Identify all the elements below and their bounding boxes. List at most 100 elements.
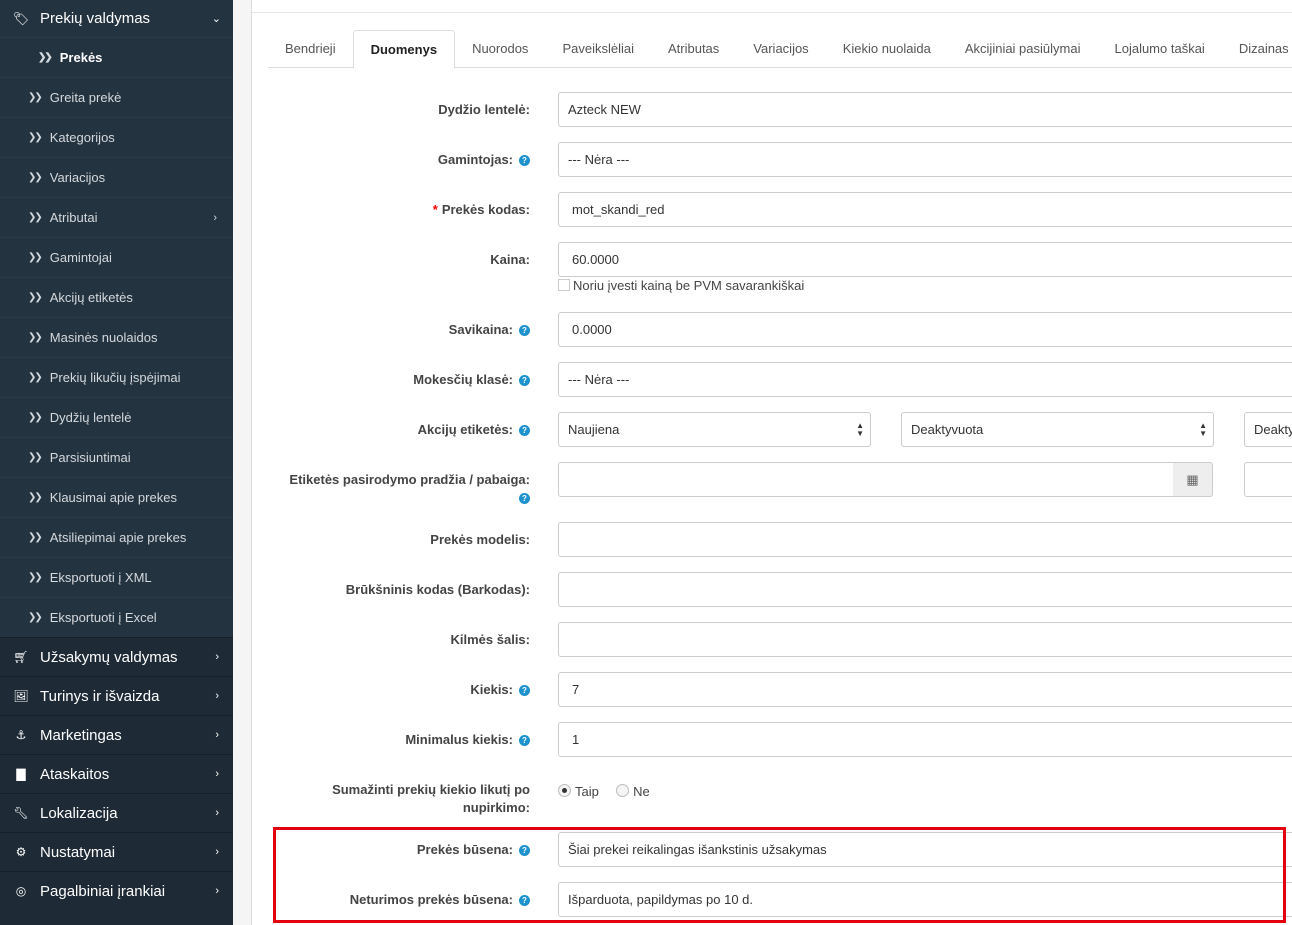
- sidebar-item[interactable]: ⚙︎ Nustatymai ›: [0, 832, 233, 871]
- quantity-field[interactable]: 7: [558, 672, 1292, 707]
- double-chevron-right-icon: ❯❯: [38, 52, 53, 63]
- sidebar-subitem-label: Atributai: [49, 210, 98, 225]
- sidebar-subitem[interactable]: ❯❯ Akcijų etiketės: [0, 277, 233, 317]
- share-icon: ⚓︎: [15, 728, 27, 742]
- cart-icon: 🛒︎: [13, 650, 29, 664]
- tab[interactable]: Dizainas: [1222, 30, 1292, 68]
- tab[interactable]: Nuorodos: [455, 30, 545, 68]
- tab[interactable]: Bendrieji: [268, 30, 353, 68]
- tab[interactable]: Lojalumo taškai: [1097, 30, 1221, 68]
- barcode-label: Brūkšninis kodas (Barkodas):: [345, 582, 530, 597]
- help-icon[interactable]: ?: [519, 425, 530, 436]
- help-icon[interactable]: ?: [519, 493, 530, 504]
- chevron-right-icon: ›: [215, 729, 219, 741]
- tab-bar: Bendrieji Duomenys Nuorodos Paveikslėliai At…: [268, 30, 1292, 69]
- price-without-vat-label: Noriu įvesti kainą be PVM savarankiškai: [573, 278, 805, 293]
- wrench-icon: 🔧︎: [13, 806, 29, 820]
- sidebar-subitem[interactable]: ❯❯ Klausimai apie prekes: [0, 477, 233, 517]
- double-chevron-right-icon: ❯❯: [28, 612, 43, 623]
- out-of-stock-status-label: Neturimos prekės būsena:: [349, 892, 513, 907]
- double-chevron-right-icon: ❯❯: [28, 372, 43, 383]
- sidebar-subitem[interactable]: ❯❯ Prekės: [0, 37, 233, 77]
- help-icon[interactable]: ?: [519, 845, 530, 856]
- sidebar-subitem-label: Greita prekė: [49, 90, 122, 105]
- barcode-field[interactable]: [558, 572, 1292, 607]
- out-of-stock-status-field[interactable]: Išparduota, papildymas po 10 d.: [558, 882, 1292, 917]
- help-icon[interactable]: ?: [519, 155, 530, 166]
- manufacturer-field[interactable]: --- Nėra ---: [558, 142, 1292, 177]
- label-start-date-field[interactable]: [558, 462, 1174, 497]
- size-chart-field[interactable]: Azteck NEW: [558, 92, 1292, 127]
- sidebar-subitem-label: Akcijų etiketės: [49, 290, 133, 305]
- stock-status-label: Prekės būsena:: [416, 842, 513, 857]
- chevron-right-icon: ›: [215, 846, 219, 858]
- product-code-label: Prekės kodas:: [441, 202, 530, 217]
- double-chevron-right-icon: ❯❯: [28, 252, 43, 263]
- product-form-panel: Bendrieji Duomenys Nuorodos Paveikslėliai At…: [251, 0, 1292, 925]
- sidebar-subitem-label: Eksportuoti į Excel: [49, 610, 157, 625]
- tab[interactable]: Akcijiniai pasiūlymai: [948, 30, 1098, 68]
- sidebar-item-label: Pagalbiniai įrankiai: [40, 882, 166, 900]
- help-icon[interactable]: ?: [519, 735, 530, 746]
- sidebar-subitem[interactable]: ❯❯ Eksportuoti į XML: [0, 557, 233, 597]
- promo-label-select-3[interactable]: Deaktyvuota: [1244, 412, 1292, 447]
- tab[interactable]: Atributas: [651, 30, 736, 68]
- tab[interactable]: Paveikslėliai: [545, 30, 651, 68]
- origin-field[interactable]: [558, 622, 1292, 657]
- sidebar-item[interactable]: 🖼︎ Turinys ir išvaizda ›: [0, 676, 233, 715]
- select-arrows-icon: ▲ ▼: [856, 421, 864, 438]
- sidebar-subitem[interactable]: ❯❯ Atributai ›: [0, 197, 233, 237]
- promo-label-select-1[interactable]: Naujiena ▲ ▼: [558, 412, 871, 447]
- sidebar-subitem-label: Kategorijos: [49, 130, 115, 145]
- sidebar-subitem[interactable]: ❯❯ Variacijos: [0, 157, 233, 197]
- sidebar-subitem[interactable]: ❯❯ Parsisiuntimai: [0, 437, 233, 477]
- sidebar-item[interactable]: 🛒︎ Užsakymų valdymas ›: [0, 637, 233, 676]
- quantity-label: Kiekis:: [470, 682, 513, 697]
- double-chevron-right-icon: ❯❯: [28, 172, 43, 183]
- model-field[interactable]: [558, 522, 1292, 557]
- sidebar-item[interactable]: ⚓︎ Marketingas ›: [0, 715, 233, 754]
- help-icon[interactable]: ?: [519, 685, 530, 696]
- bar-chart-icon: ▇: [16, 767, 26, 781]
- sidebar-header-product-management[interactable]: 🏷︎ Prekių valdymas ⌄: [0, 0, 233, 37]
- stock-status-field[interactable]: Šiai prekei reikalingas išankstinis užsa…: [558, 832, 1292, 867]
- sidebar-subitem[interactable]: ❯❯ Greita prekė: [0, 77, 233, 117]
- sidebar-subitem[interactable]: ❯❯ Masinės nuolaidos: [0, 317, 233, 357]
- product-code-field[interactable]: mot_skandi_red: [558, 192, 1292, 227]
- subtract-stock-yes-radio[interactable]: [558, 784, 571, 797]
- cost-label: Savikaina:: [448, 322, 513, 337]
- subtract-stock-no-radio[interactable]: [616, 784, 630, 797]
- sidebar-item[interactable]: 🔧︎ Lokalizacija ›: [0, 793, 233, 832]
- chevron-right-icon: ›: [215, 807, 219, 819]
- sidebar-subitem-label: Masinės nuolaidos: [49, 330, 158, 345]
- sidebar-item[interactable]: ◎ Pagalbiniai įrankiai ›: [0, 871, 233, 910]
- sidebar-item[interactable]: ▇ Ataskaitos ›: [0, 754, 233, 793]
- help-icon[interactable]: ?: [519, 325, 530, 336]
- min-quantity-field[interactable]: 1: [558, 722, 1292, 757]
- sidebar-subitem[interactable]: ❯❯ Dydžių lentelė: [0, 397, 233, 437]
- sidebar-subitem-label: Dydžių lentelė: [49, 410, 132, 425]
- help-icon[interactable]: ?: [519, 895, 530, 906]
- cost-field[interactable]: 0.0000: [558, 312, 1292, 347]
- price-without-vat-option[interactable]: Noriu įvesti kainą be PVM savarankiškai: [558, 278, 804, 293]
- sidebar-item-label: Ataskaitos: [40, 765, 110, 783]
- calendar-icon[interactable]: ▦: [1173, 462, 1213, 497]
- sidebar-subitem[interactable]: ❯❯ Prekių likučių įspėjimai: [0, 357, 233, 397]
- chevron-down-icon: ⌄: [211, 13, 221, 25]
- tab[interactable]: Variacijos: [736, 30, 825, 68]
- label-end-date-field[interactable]: [1244, 462, 1292, 497]
- tab[interactable]: Duomenys: [352, 30, 456, 69]
- double-chevron-right-icon: ❯❯: [28, 492, 43, 503]
- sidebar-subitem[interactable]: ❯❯ Gamintojai: [0, 237, 233, 277]
- promo-label-select-2[interactable]: Deaktyvuota ▲ ▼: [901, 412, 1214, 447]
- help-icon[interactable]: ?: [519, 375, 530, 386]
- tab[interactable]: Kiekio nuolaida: [826, 30, 948, 68]
- sidebar-subitem[interactable]: ❯❯ Eksportuoti į Excel: [0, 597, 233, 637]
- sidebar-subitem[interactable]: ❯❯ Kategorijos: [0, 117, 233, 157]
- price-without-vat-checkbox[interactable]: [558, 279, 570, 291]
- sidebar-subitem-label: Atsiliepimai apie prekes: [49, 530, 187, 545]
- price-field[interactable]: 60.0000: [558, 242, 1292, 277]
- sidebar: 🏷︎ Prekių valdymas ⌄ ❯❯ Prekės ❯❯ Greita pr…: [0, 0, 233, 925]
- sidebar-subitem[interactable]: ❯❯ Atsiliepimai apie prekes: [0, 517, 233, 557]
- tax-class-field[interactable]: --- Nėra ---: [558, 362, 1292, 397]
